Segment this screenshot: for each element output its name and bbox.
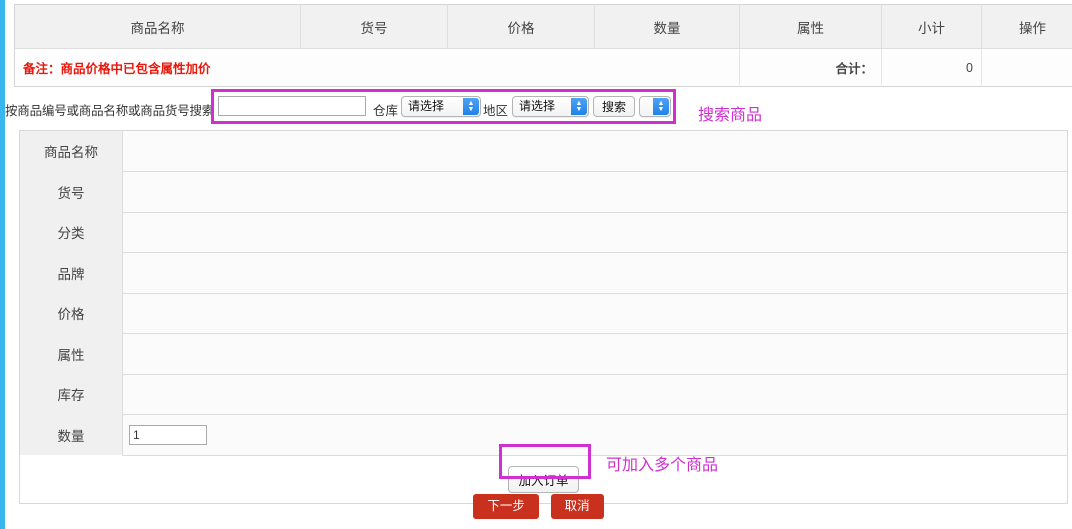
detail-row-brand: 品牌 xyxy=(19,252,1068,294)
detail-row-stock: 库存 xyxy=(19,374,1068,415)
chevron-updown-icon: ▲ ▼ xyxy=(653,98,669,115)
column-header-subtotal: 小计 xyxy=(881,4,982,49)
detail-label-brand: 品牌 xyxy=(19,252,123,293)
detail-value-item-no xyxy=(122,171,1068,213)
total-label: 合计： xyxy=(739,48,882,87)
cart-table-header-row: 商品名称 货号 价格 数量 属性 小计 操作 xyxy=(14,4,1072,49)
cancel-button[interactable]: 取消 xyxy=(550,494,604,519)
summary-operation-cell xyxy=(981,48,1072,87)
column-header-operation: 操作 xyxy=(981,4,1072,49)
column-header-item-no: 货号 xyxy=(300,4,448,49)
product-detail-table: 商品名称 货号 分类 品牌 价格 属性 库存 数量 1 加入订单 xyxy=(19,130,1068,504)
search-hint-label: 按商品编号或商品名称或商品货号搜索 xyxy=(5,104,215,118)
detail-value-price xyxy=(122,293,1068,334)
detail-label-item-no: 货号 xyxy=(19,171,123,212)
detail-value-product-name xyxy=(122,130,1068,172)
detail-row-attributes: 属性 xyxy=(19,333,1068,375)
annotation-label-search: 搜索商品 xyxy=(698,107,763,124)
detail-value-category xyxy=(122,212,1068,253)
detail-row-quantity: 数量 xyxy=(19,414,1068,456)
detail-label-quantity: 数量 xyxy=(19,414,123,455)
column-header-quantity: 数量 xyxy=(594,4,740,49)
footer-action-bar: 下一步 取消 xyxy=(5,494,1072,519)
region-label: 地区 xyxy=(483,104,509,118)
warehouse-label: 仓库 xyxy=(373,104,399,118)
annotation-label-add-to-order: 可加入多个商品 xyxy=(606,457,719,474)
warehouse-select-value: 请选择 xyxy=(408,99,445,113)
detail-row-item-no: 货号 xyxy=(19,171,1068,213)
total-value: 0 xyxy=(881,48,982,87)
page-body: 商品名称 货号 价格 数量 属性 小计 操作 备注：商品价格中已包含属性加价 合… xyxy=(5,0,1072,529)
add-to-order-button[interactable]: 加入订单 xyxy=(508,465,579,493)
region-select-value: 请选择 xyxy=(519,99,556,113)
cart-table-summary-row: 备注：商品价格中已包含属性加价 合计： 0 xyxy=(14,48,1072,87)
next-step-button[interactable]: 下一步 xyxy=(473,494,539,519)
detail-value-attributes xyxy=(122,333,1068,375)
detail-label-attributes: 属性 xyxy=(19,333,123,374)
column-header-product-name: 商品名称 xyxy=(14,4,301,49)
detail-row-price: 价格 xyxy=(19,293,1068,334)
chevron-updown-icon: ▲ ▼ xyxy=(571,98,587,115)
detail-label-stock: 库存 xyxy=(19,374,123,415)
detail-row-category: 分类 xyxy=(19,212,1068,253)
column-header-price: 价格 xyxy=(447,4,595,49)
region-select[interactable]: 请选择 ▲ ▼ xyxy=(512,96,589,117)
search-keyword-input[interactable] xyxy=(218,96,366,116)
detail-value-stock xyxy=(122,374,1068,415)
detail-value-quantity xyxy=(122,414,1068,456)
detail-label-price: 价格 xyxy=(19,293,123,334)
detail-row-product-name: 商品名称 xyxy=(19,130,1068,172)
quantity-input[interactable] xyxy=(129,424,207,445)
detail-label-category: 分类 xyxy=(19,212,123,253)
extra-select[interactable]: ▲ ▼ xyxy=(639,96,671,117)
product-search-row: 按商品编号或商品名称或商品货号搜索 仓库 请选择 ▲ ▼ 地区 请选择 ▲ ▼ 搜索… xyxy=(5,96,1072,122)
chevron-updown-icon: ▲ ▼ xyxy=(463,98,479,115)
detail-label-product-name: 商品名称 xyxy=(19,130,123,172)
search-button[interactable]: 搜索 xyxy=(593,96,635,117)
price-note: 备注：商品价格中已包含属性加价 xyxy=(14,48,740,87)
cart-table: 商品名称 货号 价格 数量 属性 小计 操作 备注：商品价格中已包含属性加价 合… xyxy=(14,4,1072,87)
column-header-attributes: 属性 xyxy=(739,4,882,49)
warehouse-select[interactable]: 请选择 ▲ ▼ xyxy=(401,96,481,117)
detail-value-brand xyxy=(122,252,1068,294)
